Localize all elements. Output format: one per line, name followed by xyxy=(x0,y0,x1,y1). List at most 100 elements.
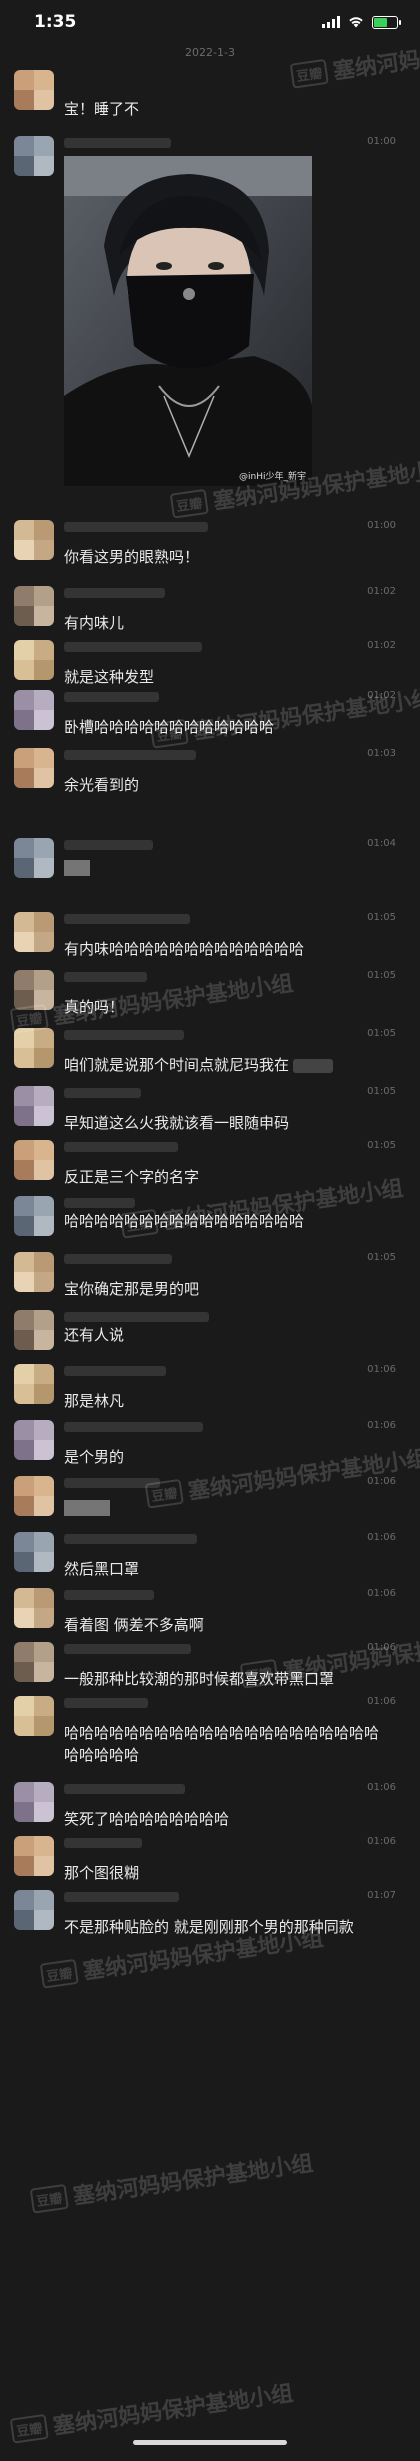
message-time: 01:06 xyxy=(367,1642,396,1653)
avatar[interactable] xyxy=(14,1196,54,1236)
avatar[interactable] xyxy=(14,912,54,952)
sender-name-blurred xyxy=(64,1784,185,1794)
message-text: 一般那种比较潮的那时候都喜欢带黑口罩 xyxy=(64,1670,335,1688)
avatar[interactable] xyxy=(14,70,54,110)
message-time: 01:00 xyxy=(367,520,396,531)
avatar[interactable] xyxy=(14,1364,54,1404)
avatar[interactable] xyxy=(14,1086,54,1126)
douban-watermark: 豆瓣 塞纳河妈妈保护基地小组 xyxy=(9,2375,295,2446)
date-divider: 2022-1-3 xyxy=(185,46,235,59)
douban-logo-icon: 豆瓣 xyxy=(29,2183,69,2214)
message-text: 余光看到的 xyxy=(64,776,140,794)
masked-man-photo xyxy=(64,156,312,486)
avatar[interactable] xyxy=(14,136,54,176)
avatar[interactable] xyxy=(14,586,54,626)
avatar[interactable] xyxy=(14,1836,54,1876)
sender-name-blurred xyxy=(64,138,171,148)
avatar[interactable] xyxy=(14,1890,54,1930)
avatar[interactable] xyxy=(14,1028,54,1068)
message-text: 然后黑口罩 xyxy=(64,1560,140,1578)
douban-logo-icon: 豆瓣 xyxy=(169,488,209,519)
watermark-text: 塞纳河妈妈保护基地小组 xyxy=(51,2381,295,2440)
message-text: 真的吗！ xyxy=(64,998,125,1016)
message-text: 咱们就是说那个时间点就尼玛我在 xyxy=(64,1054,334,1076)
message-time: 01:06 xyxy=(367,1420,396,1431)
message-time: 01:06 xyxy=(367,1836,396,1847)
message-time: 01:06 xyxy=(367,1782,396,1793)
wifi-icon xyxy=(349,17,363,28)
avatar[interactable] xyxy=(14,1310,54,1350)
message-text: 就是这种发型 xyxy=(64,668,155,686)
avatar[interactable] xyxy=(14,1476,54,1516)
avatar[interactable] xyxy=(14,748,54,788)
message-text: 那是林凡 xyxy=(64,1392,125,1410)
avatar[interactable] xyxy=(14,1642,54,1682)
message-time: 01:00 xyxy=(367,136,396,147)
sender-name-blurred xyxy=(64,1892,179,1902)
douban-logo-icon: 豆瓣 xyxy=(9,2413,49,2444)
status-icons xyxy=(322,14,401,30)
watermark-text: 塞纳河妈妈保护基地小组 xyxy=(186,1446,420,1505)
message-text: 笑死了哈哈哈哈哈哈哈哈 xyxy=(64,1810,230,1828)
message-time: 01:06 xyxy=(367,1364,396,1375)
sender-name-blurred xyxy=(64,1422,203,1432)
avatar[interactable] xyxy=(14,1696,54,1736)
sender-name-blurred xyxy=(64,1644,191,1654)
message-text: 还有人说 xyxy=(64,1326,125,1344)
sender-name-blurred xyxy=(64,1142,178,1152)
sender-name-blurred xyxy=(64,1698,148,1708)
message-text: 哈哈哈哈哈哈哈哈哈哈哈哈哈哈哈哈 xyxy=(64,1212,305,1230)
home-indicator[interactable] xyxy=(133,2440,287,2445)
sender-name-blurred xyxy=(64,1366,166,1376)
sender-name-blurred xyxy=(64,588,165,598)
avatar[interactable] xyxy=(14,838,54,878)
avatar[interactable] xyxy=(14,1140,54,1180)
message-text: 宝！睡了不 xyxy=(64,100,140,118)
sender-name-blurred xyxy=(64,1254,172,1264)
message-text: 反正是三个字的名字 xyxy=(64,1168,200,1186)
douban-watermark: 豆瓣 塞纳河妈妈保护基地小组 xyxy=(29,2145,315,2216)
sender-name-blurred xyxy=(64,692,159,702)
sender-name-blurred xyxy=(64,750,196,760)
message-text: 是个男的 xyxy=(64,1448,125,1466)
avatar[interactable] xyxy=(14,520,54,560)
sender-name-blurred xyxy=(64,522,208,532)
douban-logo-icon: 豆瓣 xyxy=(289,58,329,89)
sender-name-blurred xyxy=(64,1590,154,1600)
message-time: 01:06 xyxy=(367,1588,396,1599)
battery-icon xyxy=(372,15,401,29)
message-text: 你看这男的眼熟吗！ xyxy=(64,548,200,566)
message-time: 01:07 xyxy=(367,1890,396,1901)
message-text: 不是那种贴脸的 就是刚刚那个男的那种同款 xyxy=(64,1918,354,1936)
message-text: 早知道这么火我就该看一眼随申码 xyxy=(64,1114,290,1132)
avatar[interactable] xyxy=(14,1252,54,1292)
sender-name-blurred xyxy=(64,1478,160,1488)
message-text: 哈哈哈哈哈哈哈哈哈哈哈哈哈哈哈哈哈哈哈哈哈哈哈哈哈哈 xyxy=(64,1724,380,1764)
avatar[interactable] xyxy=(14,1532,54,1572)
message-time: 01:06 xyxy=(367,1532,396,1543)
status-time: 1:35 xyxy=(34,12,77,32)
message-text: 有内味儿 xyxy=(64,614,125,632)
signal-icon xyxy=(322,16,340,28)
avatar[interactable] xyxy=(14,1420,54,1460)
blurred-content xyxy=(64,1500,110,1516)
sender-name-blurred xyxy=(64,914,190,924)
message-text: 宝你确定那是男的吧 xyxy=(64,1280,200,1298)
sender-name-blurred xyxy=(64,840,153,850)
message-time: 01:05 xyxy=(367,1028,396,1039)
douban-logo-icon: 豆瓣 xyxy=(39,1958,79,1989)
message-text: 有内味哈哈哈哈哈哈哈哈哈哈哈哈哈 xyxy=(64,940,305,958)
avatar[interactable] xyxy=(14,640,54,680)
avatar[interactable] xyxy=(14,1588,54,1628)
photo-message[interactable]: @inHi少年_新宇 xyxy=(64,156,312,486)
message-text: 看着图 俩差不多高啊 xyxy=(64,1616,204,1634)
avatar[interactable] xyxy=(14,690,54,730)
sender-name-blurred xyxy=(64,1030,184,1040)
avatar[interactable] xyxy=(14,1782,54,1822)
sender-name-blurred xyxy=(64,1198,135,1208)
message-time: 01:06 xyxy=(367,1696,396,1707)
blurred-location xyxy=(293,1058,334,1073)
sender-name-blurred xyxy=(64,1838,142,1848)
avatar[interactable] xyxy=(14,970,54,1010)
message-time: 01:04 xyxy=(367,838,396,849)
